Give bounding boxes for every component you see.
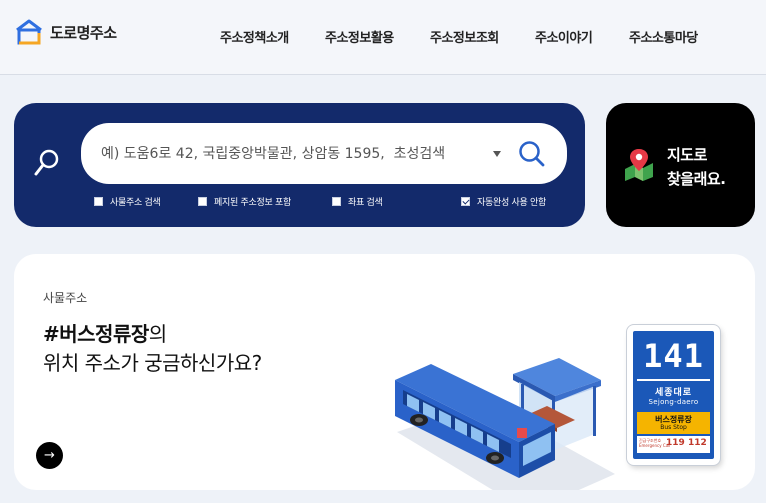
checkbox-include-abolished[interactable] <box>198 197 207 206</box>
promo-category: 사물주소 <box>43 291 88 305</box>
magnifier-icon <box>34 149 59 176</box>
map-button-line1: 지도로 <box>667 146 707 164</box>
search-panel: 사물주소 검색 폐지된 주소정보 포함 좌표 검색 자동완성 사용 안함 <box>14 103 585 227</box>
bus-stop-sign-face: 141 세종대로 Sejong-daero 버스정류장 Bus Stop 긴급구… <box>631 329 716 461</box>
nav-item-lookup[interactable]: 주소정보조회 <box>430 27 499 46</box>
promo-title-line2: 위치 주소가 궁금하신가요? <box>43 351 262 375</box>
promo-arrow-button[interactable]: → <box>36 442 63 469</box>
promo-card[interactable]: 사물주소 #버스정류장의 위치 주소가 궁금하신가요? → 141 세종대로 S… <box>14 254 755 490</box>
sign-number: 141 <box>643 337 704 375</box>
option-label: 좌표 검색 <box>348 198 383 208</box>
bus-stop-sign: 141 세종대로 Sejong-daero 버스정류장 Bus Stop 긴급구… <box>627 325 720 465</box>
sign-range-start: 119 <box>666 438 685 448</box>
checkbox-coordinate-search[interactable] <box>332 197 341 206</box>
promo-title: #버스정류장의 위치 주소가 궁금하신가요? <box>43 320 262 378</box>
sign-range-end: 112 <box>687 438 707 448</box>
main-nav: 주소정책소개 주소정보활용 주소정보조회 주소이야기 주소소통마당 <box>0 27 766 47</box>
site-header: 도로명주소 주소정책소개 주소정보활용 주소정보조회 주소이야기 주소소통마당 <box>0 0 766 75</box>
search-submit-icon[interactable] <box>517 139 547 169</box>
sign-divider <box>637 379 710 381</box>
option-disable-autocomplete[interactable]: 자동완성 사용 안함 <box>461 195 546 208</box>
map-search-button[interactable]: 지도로 찾을래요. <box>606 103 755 227</box>
checkbox-object-address[interactable] <box>94 197 103 206</box>
promo-title-suffix: 의 <box>148 322 167 346</box>
nav-item-policy[interactable]: 주소정책소개 <box>220 27 289 46</box>
option-label: 자동완성 사용 안함 <box>477 198 546 208</box>
address-search-input[interactable] <box>101 123 481 184</box>
checkbox-disable-autocomplete[interactable] <box>461 197 470 206</box>
option-include-abolished[interactable]: 폐지된 주소정보 포함 <box>198 195 291 208</box>
sign-road-name-en: Sejong-daero <box>648 398 699 406</box>
option-coordinate-search[interactable]: 좌표 검색 <box>332 195 383 208</box>
option-label: 폐지된 주소정보 포함 <box>214 198 291 208</box>
search-history-dropdown-icon[interactable] <box>493 151 501 157</box>
sign-road-name: 세종대로 <box>654 388 693 398</box>
map-button-label: 지도로 찾을래요. <box>667 143 726 191</box>
option-label: 사물주소 검색 <box>110 198 161 208</box>
sign-emergency-band: 긴급구조번호 Emergency Call 119 112 <box>637 436 710 453</box>
option-object-address[interactable]: 사물주소 검색 <box>94 195 161 208</box>
sign-stop-band: 버스정류장 Bus Stop <box>637 412 710 434</box>
map-pin-icon <box>625 149 653 181</box>
search-options: 사물주소 검색 폐지된 주소정보 포함 좌표 검색 자동완성 사용 안함 <box>94 195 574 209</box>
map-button-line2: 찾을래요. <box>667 170 726 188</box>
sign-stop-label-en: Bus Stop <box>660 424 687 431</box>
nav-item-utilization[interactable]: 주소정보활용 <box>325 27 394 46</box>
nav-item-stories[interactable]: 주소이야기 <box>535 27 593 46</box>
sign-emergency-numbers: 119 112 <box>666 438 707 448</box>
search-box <box>81 123 567 184</box>
nav-item-community[interactable]: 주소소통마당 <box>629 27 698 46</box>
promo-title-highlight: #버스정류장 <box>43 322 149 346</box>
